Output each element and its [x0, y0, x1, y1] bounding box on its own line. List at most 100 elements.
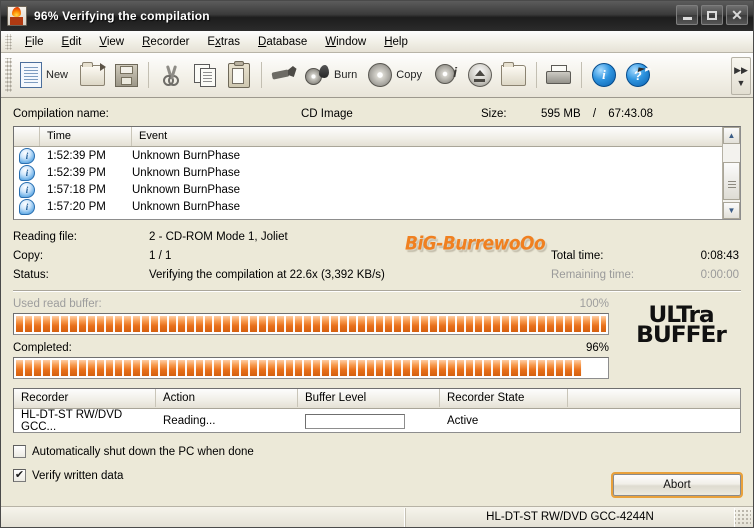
eject-button[interactable]: [463, 56, 497, 94]
event-text: Unknown BurnPhase: [132, 183, 241, 196]
event-text: Unknown BurnPhase: [132, 149, 241, 162]
menu-edit[interactable]: Edit: [53, 33, 91, 51]
burn-button[interactable]: Burn: [301, 56, 364, 94]
copy-disc-button[interactable]: Copy: [364, 56, 429, 94]
maximize-button[interactable]: [701, 5, 723, 25]
completed-header: Completed: 96%: [13, 342, 609, 354]
toolbar-separator-1: [148, 62, 150, 88]
scroll-up-button[interactable]: ▲: [723, 127, 740, 144]
burn-wizard-button[interactable]: [267, 56, 301, 94]
cd-disc-icon: [368, 63, 393, 87]
info-bubble-icon: i: [19, 181, 35, 198]
cut-button[interactable]: [154, 56, 188, 94]
progress-area: Used read buffer: 100% Completed: 96% UL…: [13, 292, 741, 379]
scroll-down-button[interactable]: ▼: [723, 202, 740, 219]
shutdown-label: Automatically shut down the PC when done: [32, 445, 254, 458]
event-list-scrollbar[interactable]: ▲ ▼: [722, 127, 740, 219]
recorder-state: Active: [447, 415, 479, 427]
nero-burning-rom-window: 96% Verifying the compilation ✕ FFileile…: [0, 0, 754, 528]
save-button[interactable]: [109, 56, 143, 94]
column-header-icon[interactable]: [14, 127, 40, 146]
menu-bar: FFileile Edit View Recorder Extras Datab…: [1, 31, 753, 53]
event-list-main: Time Event i 1:52:39 PM Unknown BurnPhas…: [14, 127, 722, 219]
recorder-table[interactable]: Recorder Action Buffer Level Recorder St…: [13, 388, 741, 433]
reading-file-label: Reading file:: [13, 230, 77, 243]
recorder-buffer-cell: [298, 413, 440, 429]
column-header-buffer-level[interactable]: Buffer Level: [298, 389, 440, 407]
toolbar-separator-4: [580, 62, 582, 88]
buffer-header: Used read buffer: 100%: [13, 298, 609, 310]
buffer-level-gauge: [305, 413, 405, 429]
verify-checkbox[interactable]: ✔: [13, 469, 26, 482]
burn-wizard-icon: [270, 65, 297, 85]
abort-button[interactable]: Abort: [611, 472, 743, 498]
paste-button[interactable]: [222, 56, 256, 94]
column-header-time[interactable]: Time: [40, 127, 132, 146]
help-button[interactable]: ?: [621, 56, 655, 94]
column-header-recorder-state[interactable]: Recorder State: [440, 389, 568, 407]
open-folder-button[interactable]: [497, 56, 531, 94]
menu-help[interactable]: Help: [375, 33, 417, 51]
scrollbar-track[interactable]: [723, 144, 740, 202]
event-icon-cell: i: [14, 164, 40, 181]
new-compilation-button[interactable]: New: [16, 56, 75, 94]
info-bubble-icon: i: [19, 147, 35, 164]
event-list[interactable]: Time Event i 1:52:39 PM Unknown BurnPhas…: [13, 126, 741, 220]
menu-drag-grip[interactable]: [5, 33, 12, 50]
event-time: 1:57:20 PM: [47, 200, 106, 213]
event-time: 1:52:39 PM: [47, 149, 106, 162]
total-time-group: Total time: 0:08:43: [551, 250, 741, 262]
open-button[interactable]: [75, 56, 109, 94]
used-read-buffer-percent: 100%: [579, 298, 609, 310]
resize-grip-icon[interactable]: [735, 509, 751, 525]
toolbar: New Burn Copy i i ? ▶▶ ▼: [1, 53, 753, 98]
window-controls: ✕: [676, 5, 748, 25]
menu-database[interactable]: Database: [249, 33, 316, 51]
toolbar-overflow-button[interactable]: ▶▶ ▼: [731, 57, 751, 95]
nero-flame-icon: [7, 6, 27, 26]
new-label: New: [46, 69, 69, 81]
menu-extras[interactable]: Extras: [198, 33, 249, 51]
toolbar-separator-2: [261, 62, 263, 88]
event-icon-cell: i: [14, 181, 40, 198]
status-bar: HL-DT-ST RW/DVD GCC-4244N: [1, 506, 753, 527]
size-label: Size:: [481, 108, 507, 120]
column-header-action[interactable]: Action: [156, 389, 298, 407]
table-row[interactable]: HL-DT-ST RW/DVD GCC... Reading... Active: [14, 409, 740, 433]
verify-label: Verify written data: [32, 469, 124, 482]
document-icon: [20, 62, 42, 88]
toolbar-drag-grip[interactable]: [5, 58, 12, 92]
status-block: Reading file: 2 - CD-ROM Mode 1, Joliet …: [13, 220, 741, 292]
info-button[interactable]: i: [587, 56, 621, 94]
title-bar[interactable]: 96% Verifying the compilation ✕: [1, 1, 753, 31]
column-header-recorder[interactable]: Recorder: [14, 389, 156, 407]
menu-view[interactable]: View: [90, 33, 133, 51]
recorder-table-header: Recorder Action Buffer Level Recorder St…: [14, 389, 740, 409]
shutdown-checkbox[interactable]: [13, 445, 26, 458]
copy-clipboard-button[interactable]: [188, 56, 222, 94]
table-row[interactable]: i 1:57:18 PM Unknown BurnPhase: [14, 181, 722, 198]
event-time: 1:57:18 PM: [47, 183, 106, 196]
copy-row: Copy: 1 / 1 Total time: 0:08:43: [13, 246, 741, 265]
used-read-buffer-bar: [13, 313, 609, 335]
ultra-logo-line2: BUFFEr: [636, 323, 727, 349]
scrollbar-thumb[interactable]: [723, 162, 740, 200]
close-button[interactable]: ✕: [726, 5, 748, 25]
minimize-button[interactable]: [676, 5, 698, 25]
shutdown-option-row[interactable]: Automatically shut down the PC when done: [13, 442, 741, 461]
table-row[interactable]: i 1:57:20 PM Unknown BurnPhase: [14, 198, 722, 215]
menu-window[interactable]: Window: [316, 33, 375, 51]
cd-info-icon: i: [434, 64, 457, 86]
print-button[interactable]: [542, 56, 576, 94]
completed-label: Completed:: [13, 342, 72, 354]
menu-recorder[interactable]: Recorder: [133, 33, 198, 51]
copy-pages-icon: [194, 64, 217, 87]
copy-label: Copy: [396, 69, 422, 81]
column-header-extra[interactable]: [568, 389, 740, 407]
menu-file[interactable]: FFileile: [16, 33, 53, 51]
disc-info-button[interactable]: i: [429, 56, 463, 94]
table-row[interactable]: i 1:52:39 PM Unknown BurnPhase: [14, 164, 722, 181]
table-row[interactable]: i 1:52:39 PM Unknown BurnPhase: [14, 147, 722, 164]
column-header-event[interactable]: Event: [132, 127, 722, 146]
size-bytes: 595 MB: [541, 108, 581, 120]
